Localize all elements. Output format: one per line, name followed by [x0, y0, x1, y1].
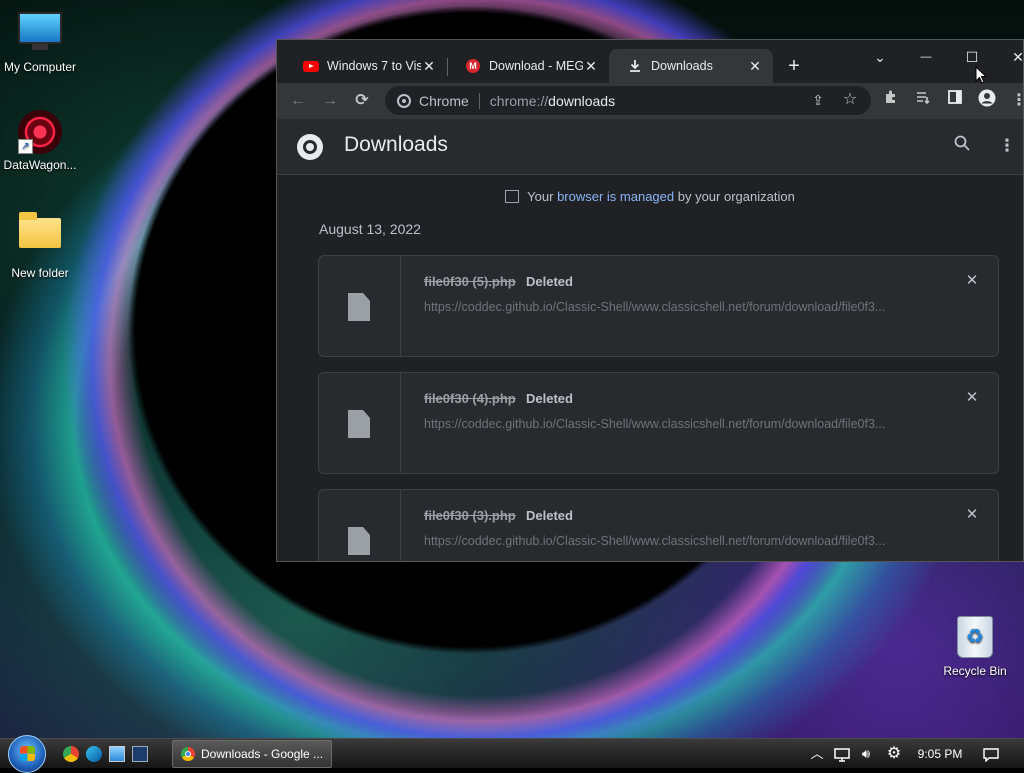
remove-item-close-icon[interactable]: ✕	[962, 271, 982, 291]
omnibox[interactable]: Chrome chrome://downloads ⇪ ☆	[385, 86, 871, 115]
action-center-icon[interactable]	[980, 739, 1002, 769]
tab-mega[interactable]: M Download - MEGA ✕	[447, 49, 609, 83]
download-thumb	[319, 256, 401, 356]
reading-list-icon[interactable]	[911, 89, 935, 113]
back-button[interactable]: ←	[286, 89, 310, 113]
network-icon[interactable]	[832, 739, 852, 769]
download-item: file0f30 (4).php Deleted https://coddec.…	[318, 372, 999, 474]
search-icon[interactable]	[949, 133, 975, 159]
tray-chevron-up-icon[interactable]: ︿	[808, 739, 826, 769]
site-info-chip[interactable]: Chrome	[397, 92, 480, 109]
building-icon	[505, 190, 520, 203]
download-url[interactable]: https://coddec.github.io/Classic-Shell/w…	[424, 300, 924, 314]
tab-youtube[interactable]: Windows 7 to Vist ✕	[285, 49, 447, 83]
download-item: file0f30 (5).php Deleted https://coddec.…	[318, 255, 999, 357]
more-options-icon[interactable]: ⋮	[994, 133, 1020, 159]
desktop-icon-my-computer[interactable]: My Computer	[0, 10, 80, 74]
desktop-icon-new-folder[interactable]: New folder	[0, 210, 80, 280]
mega-icon: M	[465, 58, 481, 74]
tab-title: Windows 7 to Vist	[327, 59, 421, 73]
minimize-button[interactable]: —	[903, 44, 949, 70]
url-text: chrome://downloads	[489, 92, 616, 109]
download-filename[interactable]: file0f30 (5).php	[424, 274, 516, 289]
forward-button[interactable]: →	[318, 89, 342, 113]
file-icon	[348, 527, 370, 555]
download-url[interactable]: https://coddec.github.io/Classic-Shell/w…	[424, 534, 924, 548]
chrome-icon	[181, 747, 195, 761]
clock[interactable]: 9:05 PM	[910, 739, 970, 769]
desktop-icon-recycle-bin[interactable]: ♻ Recycle Bin	[935, 614, 1015, 678]
download-thumb	[319, 490, 401, 561]
chrome-quicklaunch-icon[interactable]	[63, 746, 79, 762]
date-header: August 13, 2022	[319, 221, 421, 237]
profile-avatar-icon[interactable]	[975, 89, 999, 113]
edge-quicklaunch-icon[interactable]	[86, 746, 102, 762]
close-window-button[interactable]: ✕	[995, 44, 1023, 70]
taskbar: Downloads - Google ... ︿ 🔊︎ ⚙ 9:05 PM	[0, 735, 1024, 773]
downloads-content: Your browser is managed by your organiza…	[277, 175, 1023, 561]
toolbar: ← → ⟳ Chrome chrome://downloads ⇪ ☆ ⋮	[277, 83, 1023, 119]
file-icon	[348, 293, 370, 321]
desktop-icon-label: My Computer	[3, 60, 77, 74]
close-icon[interactable]: ✕	[747, 58, 763, 74]
new-tab-button[interactable]: +	[782, 54, 806, 78]
window-switcher-quicklaunch-icon[interactable]	[132, 746, 148, 762]
youtube-icon	[303, 58, 319, 74]
managed-link[interactable]: browser is managed	[557, 189, 674, 204]
taskbar-chrome-downloads[interactable]: Downloads - Google ...	[172, 740, 332, 768]
reload-button[interactable]: ⟳	[350, 89, 374, 113]
start-button[interactable]	[8, 735, 46, 773]
settings-gear-icon[interactable]: ⚙	[883, 739, 905, 769]
computer-icon	[18, 12, 62, 56]
desktop-icon-label: New folder	[11, 266, 69, 280]
download-filename[interactable]: file0f30 (3).php	[424, 508, 516, 523]
download-status: Deleted	[526, 391, 573, 406]
download-thumb	[319, 373, 401, 473]
chrome-window: Windows 7 to Vist ✕ M Download - MEGA ✕ …	[276, 39, 1024, 562]
tab-strip: Windows 7 to Vist ✕ M Download - MEGA ✕ …	[277, 40, 1023, 83]
download-status: Deleted	[526, 274, 573, 289]
extensions-puzzle-icon[interactable]	[879, 89, 903, 113]
close-icon[interactable]: ✕	[583, 58, 599, 74]
desktop-icon-label: DataWagon...	[3, 158, 77, 172]
chrome-logo-icon	[297, 134, 323, 160]
desktop-icon-datawagon[interactable]: ↗ DataWagon...	[0, 110, 80, 172]
tab-title: Downloads	[651, 59, 713, 73]
share-icon[interactable]: ⇪	[807, 89, 829, 111]
omnibox-label: Chrome	[419, 92, 469, 109]
file-icon	[348, 410, 370, 438]
folder-icon	[18, 212, 62, 262]
desktop-icon-label: Recycle Bin	[943, 664, 1007, 678]
tab-downloads[interactable]: Downloads ✕	[609, 49, 773, 83]
chrome-menu-icon[interactable]: ⋮	[1007, 89, 1023, 113]
mouse-cursor-icon	[975, 66, 987, 84]
chrome-icon	[397, 93, 411, 108]
managed-notice: Your browser is managed by your organiza…	[277, 189, 1023, 204]
download-url[interactable]: https://coddec.github.io/Classic-Shell/w…	[424, 417, 924, 431]
downloads-header: Downloads ⋮	[277, 119, 1023, 175]
datawagon-star-icon: ↗	[18, 110, 62, 154]
close-icon[interactable]: ✕	[421, 58, 437, 74]
remove-item-close-icon[interactable]: ✕	[962, 388, 982, 408]
remove-item-close-icon[interactable]: ✕	[962, 505, 982, 525]
download-filename[interactable]: file0f30 (4).php	[424, 391, 516, 406]
bookmark-star-icon[interactable]: ☆	[839, 89, 861, 111]
maximize-button[interactable]: ☐	[949, 44, 995, 70]
download-icon	[627, 58, 643, 74]
download-status: Deleted	[526, 508, 573, 523]
page-title: Downloads	[344, 133, 448, 156]
tab-search-button[interactable]: ⌄	[857, 44, 903, 70]
recycle-bin-icon: ♻	[953, 616, 997, 660]
tab-title: Download - MEGA	[489, 59, 583, 73]
taskbar-task-label: Downloads - Google ...	[201, 747, 324, 761]
desktop-quicklaunch-icon[interactable]	[109, 746, 125, 762]
side-panel-icon[interactable]	[943, 89, 967, 113]
volume-icon[interactable]: 🔊︎	[856, 739, 876, 769]
download-item: file0f30 (3).php Deleted https://coddec.…	[318, 489, 999, 561]
